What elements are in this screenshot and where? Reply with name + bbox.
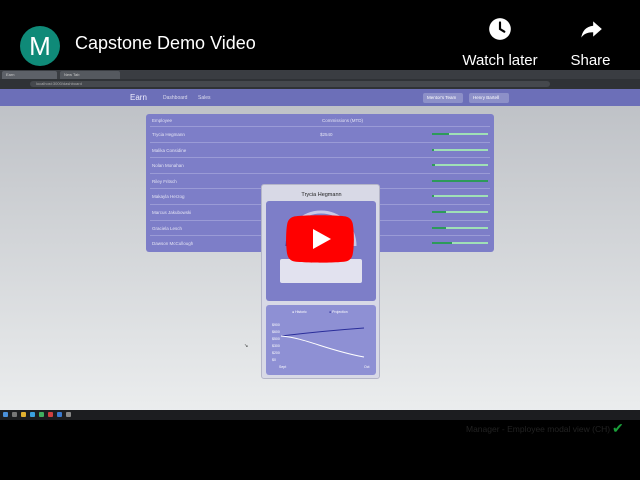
- app-logo[interactable]: Earn: [130, 93, 147, 102]
- modal-employee-name: Trycia Hegmann: [301, 192, 342, 198]
- column-header-employee: Employee: [152, 118, 173, 123]
- browser-tab-strip: Earn New Tab: [0, 70, 640, 79]
- browser-tab[interactable]: New Tab: [60, 71, 120, 79]
- browser-address-bar: localhost:3000/dashboard: [0, 79, 640, 89]
- app-header: Earn Dashboard Sales Mentor's Team Henry…: [0, 89, 640, 106]
- video-top-bar: M Capstone Demo Video Watch later Share: [0, 0, 640, 70]
- taskbar-app-icon[interactable]: [12, 412, 17, 417]
- employee-name: Trycia Hegmann: [152, 132, 185, 137]
- progress-bar: [432, 179, 488, 182]
- progress-fill: [432, 226, 446, 229]
- watch-later-label: Watch later: [462, 52, 538, 69]
- taskbar-app-icon[interactable]: [21, 412, 26, 417]
- progress-bar: [432, 242, 488, 245]
- series-line-historic: [280, 335, 365, 358]
- line-chart-plot: [280, 327, 365, 358]
- employee-name: Marcus Jakubowski: [152, 210, 192, 215]
- taskbar-app-icon[interactable]: [30, 412, 35, 417]
- progress-bar: [432, 226, 488, 229]
- url-field[interactable]: localhost:3000/dashboard: [30, 81, 550, 87]
- progress-bar: [432, 195, 488, 198]
- commission-value: $2540: [320, 132, 333, 137]
- progress-fill: [432, 148, 434, 151]
- start-icon[interactable]: [3, 412, 8, 417]
- progress-fill: [432, 133, 450, 135]
- progress-fill: [432, 179, 488, 182]
- share-arrow-icon: [580, 21, 602, 38]
- user-dropdown[interactable]: Henry Bartell: [469, 93, 509, 103]
- employee-modal[interactable]: Trycia Hegmann 31% ● Historic ● Projecti…: [261, 184, 380, 379]
- checkmark-icon: ✔: [612, 420, 624, 436]
- play-button[interactable]: [286, 215, 354, 263]
- progress-bar: [432, 211, 488, 213]
- employee-name: Makayla Herzog: [152, 194, 185, 200]
- dashboard-content: Employee Commissions (MTD) Trycia Hegman…: [0, 106, 640, 436]
- progress-bar: [432, 148, 488, 151]
- progress-bar: [432, 133, 488, 135]
- share-label: Share: [570, 52, 611, 69]
- progress-fill: [432, 242, 452, 245]
- employee-name: Dawson McCullough: [152, 241, 194, 247]
- video-player[interactable]: M Capstone Demo Video Watch later Share …: [0, 0, 640, 480]
- progress-fill: [432, 195, 435, 198]
- team-dropdown[interactable]: Mentor's Team: [423, 93, 463, 103]
- column-header-commissions: Commissions (MTD): [322, 118, 363, 123]
- employee-name: Riley Fritsch: [152, 178, 177, 184]
- taskbar-app-icon[interactable]: [66, 412, 71, 417]
- series-line-projection: [280, 327, 365, 337]
- employee-name: Nolan Monahan: [152, 163, 184, 169]
- table-row[interactable]: Malika Considine: [150, 141, 490, 157]
- browser-tab[interactable]: Earn: [2, 71, 57, 79]
- nav-sales[interactable]: Sales: [198, 95, 211, 101]
- channel-avatar[interactable]: M: [20, 26, 60, 66]
- taskbar-app-icon[interactable]: [57, 412, 62, 417]
- table-row[interactable]: Trycia Hegmann $2540: [150, 126, 490, 141]
- employee-name: Malika Considine: [152, 147, 187, 153]
- taskbar-app-icon[interactable]: [48, 412, 53, 417]
- progress-fill: [432, 211, 446, 213]
- video-caption: Manager - Employee modal view (CH): [466, 424, 611, 434]
- progress-fill: [432, 164, 435, 167]
- nav-dashboard[interactable]: Dashboard: [163, 95, 187, 101]
- taskbar-app-icon[interactable]: [39, 412, 44, 417]
- video-title[interactable]: Capstone Demo Video: [75, 33, 256, 54]
- commission-line-chart: ● Historic ● Projection $900 $600 $500 $300…: [266, 305, 376, 375]
- os-taskbar: [0, 410, 640, 420]
- mouse-cursor-icon: ↘: [244, 343, 249, 349]
- progress-bar: [432, 164, 488, 167]
- table-row[interactable]: Nolan Monahan: [150, 157, 490, 172]
- watch-later-button[interactable]: Watch later: [455, 14, 545, 69]
- employee-name: Graciela Lesch: [152, 225, 183, 231]
- share-button[interactable]: Share: [563, 14, 618, 69]
- clock-icon: [489, 18, 511, 40]
